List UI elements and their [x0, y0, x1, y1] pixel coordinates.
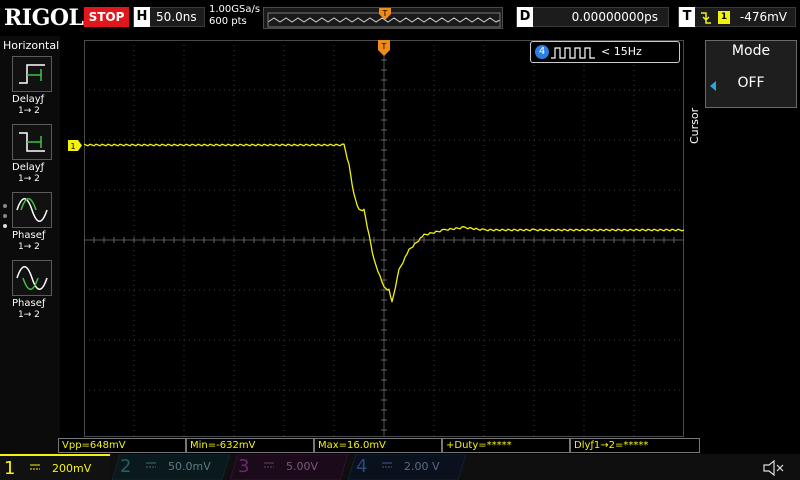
page-dot — [3, 214, 7, 218]
dc-coupling-icon — [264, 462, 274, 468]
measurement-min[interactable]: Min=-632mV — [186, 438, 314, 453]
menu-item-sub: 1→ 2 — [18, 242, 40, 252]
speaker-mute-icon[interactable] — [762, 459, 786, 477]
measurement-vpp[interactable]: Vpp=648mV — [58, 438, 186, 453]
waveform-display[interactable] — [84, 40, 684, 437]
mode-label: Mode — [731, 43, 771, 59]
svg-text:T: T — [381, 42, 387, 51]
channel-2-tab[interactable]: 2 50.0mV — [112, 454, 230, 480]
channel-number: 1 — [4, 458, 16, 479]
channel-scale: 50.0mV — [168, 460, 211, 473]
measurement-delay[interactable]: Dlyƒ1→2=***** — [570, 438, 700, 453]
top-status-bar: RIGOL STOP H 50.0ns 1.00GSa/s 600 pts T … — [0, 0, 800, 36]
delay-rise-icon — [12, 56, 52, 92]
channel-3-tab[interactable]: 3 5.00V — [230, 454, 348, 480]
menu-item-sub: 1→ 2 — [18, 106, 40, 116]
graticule — [84, 40, 684, 437]
trigger-level: -476mV — [739, 10, 787, 24]
timebase-value: 50.0ns — [156, 10, 197, 24]
measurement-duty[interactable]: +Duty=***** — [442, 438, 570, 453]
brand-logo: RIGOL — [4, 5, 84, 31]
menu-item-delay-fall[interactable]: Delayƒ 1→ 2 — [12, 124, 52, 190]
menu-title: Horizontal — [3, 39, 60, 52]
dc-coupling-icon — [382, 462, 392, 468]
counter-value: < 15Hz — [601, 45, 642, 58]
delay-fall-icon — [12, 124, 52, 160]
menu-item-label: Phaseƒ — [12, 230, 46, 241]
menu-item-sub: 1→ 2 — [18, 174, 40, 184]
horizontal-label: H — [134, 7, 150, 27]
trigger-time-marker-icon[interactable]: T — [378, 40, 390, 56]
memory-position-bar[interactable]: T — [263, 7, 503, 29]
trigger-source: 1 — [718, 11, 730, 24]
counter-channel: 4 — [535, 45, 549, 59]
dc-coupling-icon — [146, 462, 156, 468]
channel-number: 4 — [356, 456, 368, 477]
sample-rate: 1.00GSa/s — [209, 4, 261, 15]
mode-value: OFF — [737, 75, 765, 91]
delay-label: D — [517, 7, 533, 27]
measurement-max[interactable]: Max=16.0mV — [314, 438, 442, 453]
cursor-menu: Cursor Mode OFF — [686, 36, 800, 454]
channel-1-tab[interactable]: 1 200mV — [0, 454, 110, 480]
run-stop-button[interactable]: STOP — [84, 7, 129, 27]
pulse-train-icon — [551, 47, 595, 59]
horizontal-timebase[interactable]: H 50.0ns — [133, 7, 205, 27]
ch1-offset-marker-icon[interactable]: 1 — [68, 140, 82, 151]
menu-item-phase-rise[interactable]: Phaseƒ 1→ 2 — [12, 192, 52, 258]
acquisition-info: 1.00GSa/s 600 pts — [209, 4, 260, 28]
trigger-position-marker-icon: T — [379, 8, 391, 20]
svg-text:1: 1 — [70, 142, 75, 151]
channel-number: 3 — [238, 456, 250, 477]
frequency-counter[interactable]: 4 < 15Hz — [530, 41, 680, 63]
trigger-label: T — [679, 7, 695, 27]
svg-text:T: T — [382, 9, 388, 18]
channel-scale: 2.00 V — [404, 460, 440, 473]
menu-item-label: Delayƒ — [12, 94, 45, 105]
trigger-settings[interactable]: T 1 -476mV — [678, 7, 796, 27]
memory-depth: 600 pts — [209, 16, 247, 27]
menu-item-delay-rise[interactable]: Delayƒ 1→ 2 — [12, 56, 52, 122]
cursor-mode-button[interactable]: Mode OFF — [705, 40, 797, 108]
phase-rise-icon — [12, 192, 52, 228]
measurement-bar: Vpp=648mV Min=-632mV Max=16.0mV +Duty=**… — [58, 438, 700, 453]
menu-item-sub: 1→ 2 — [18, 310, 40, 320]
channel-bar: 1 200mV 2 50.0mV 3 5.00V 4 2.00 V — [0, 454, 800, 480]
delay-offset[interactable]: D 0.00000000ps — [516, 7, 669, 27]
cursor-section-label: Cursor — [688, 107, 701, 144]
channel-number: 2 — [120, 456, 132, 477]
horizontal-menu: Horizontal Delayƒ 1→ 2 Delayƒ 1→ 2 Phase… — [0, 36, 60, 454]
delay-value: 0.00000000ps — [571, 10, 658, 24]
falling-edge-icon — [701, 12, 711, 24]
menu-item-label: Phaseƒ — [12, 298, 46, 309]
channel-scale: 200mV — [52, 462, 92, 475]
channel-scale: 5.00V — [286, 460, 319, 473]
channel-4-tab[interactable]: 4 2.00 V — [348, 454, 466, 480]
dc-coupling-icon — [30, 464, 40, 470]
page-dot — [3, 204, 7, 208]
phase-fall-icon — [12, 260, 52, 296]
menu-item-label: Delayƒ — [12, 162, 45, 173]
page-dot-active — [3, 224, 7, 228]
menu-item-phase-fall[interactable]: Phaseƒ 1→ 2 — [12, 260, 52, 326]
